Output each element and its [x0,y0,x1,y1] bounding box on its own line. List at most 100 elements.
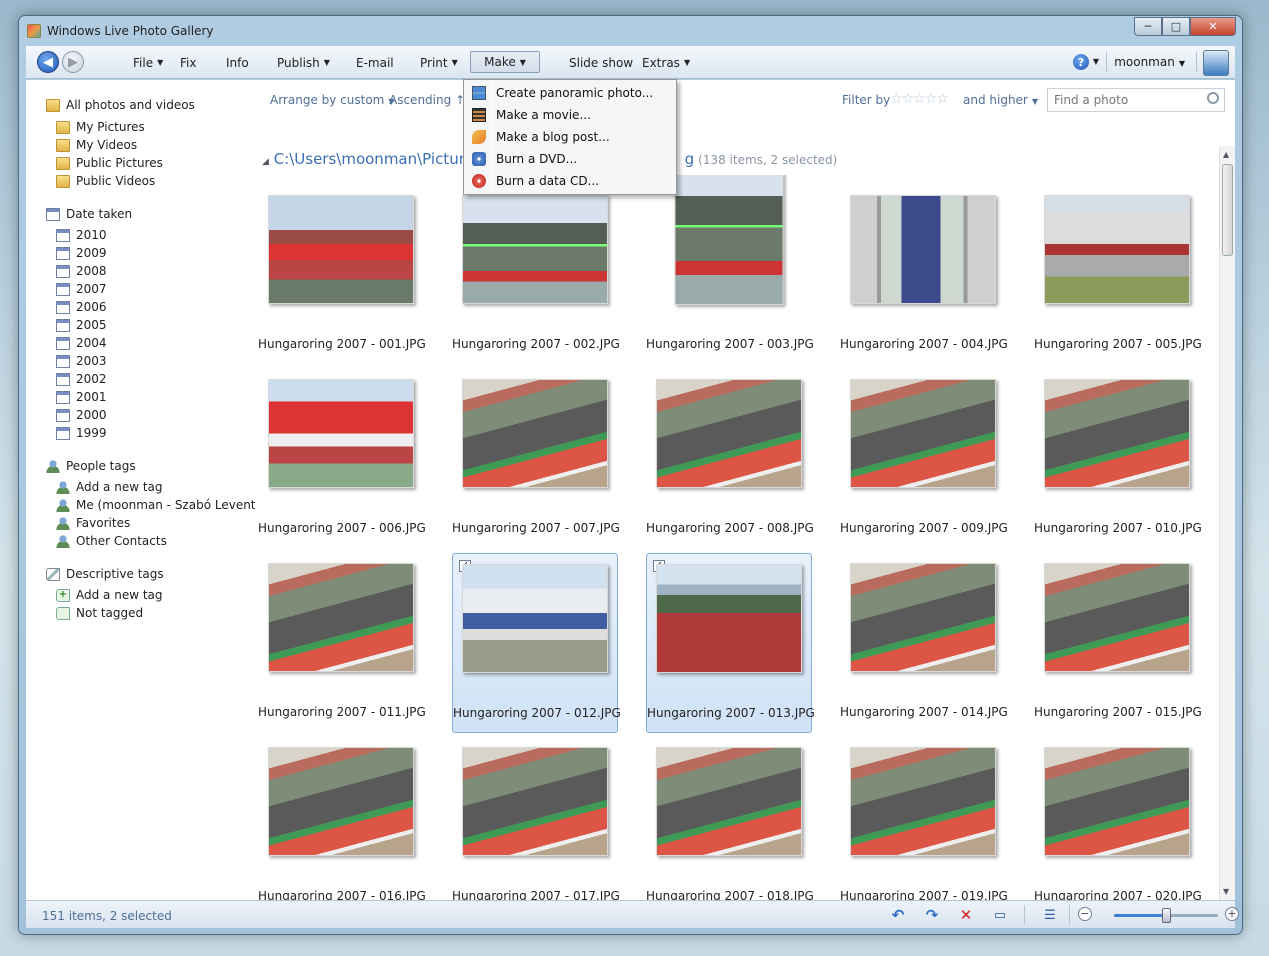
photo-thumbnail[interactable] [268,195,414,304]
minimize-button[interactable]: ─ [1134,17,1162,36]
photo-tile[interactable]: Hungaroring 2007 - 014.JPG [840,553,1008,733]
nav-sidebar-folders-item[interactable]: My Pictures [56,120,145,134]
photo-tile[interactable]: Hungaroring 2007 - 005.JPG [1034,185,1202,365]
menu-e-mail[interactable]: E-mail [344,46,406,79]
photo-thumbnail[interactable] [656,379,802,488]
menu-item-create-panoramic-photo[interactable]: Create panoramic photo... [466,82,674,104]
photo-thumbnail[interactable] [656,747,802,856]
forward-button[interactable]: ▶ [62,51,84,73]
photo-tile[interactable]: ✓Hungaroring 2007 - 012.JPG [452,553,621,733]
nav-sidebar-folders-item[interactable]: Public Pictures [56,156,163,170]
menu-item-make-a-movie[interactable]: Make a movie... [466,104,674,126]
view-details-icon[interactable]: ☰ [1040,906,1060,924]
rating-filter-stars[interactable]: ☆☆☆☆☆ [890,91,949,107]
nav-descriptive-tags[interactable]: Descriptive tags [46,567,164,581]
zoom-in-icon[interactable]: + [1225,907,1239,921]
photo-tile[interactable]: Hungaroring 2007 - 016.JPG [258,737,426,900]
photo-thumbnail[interactable] [1044,747,1190,856]
nav-sidebar-desc-item[interactable]: Not tagged [56,606,143,620]
zoom-slider[interactable] [1114,908,1218,923]
photo-tile[interactable]: Hungaroring 2007 - 011.JPG [258,553,426,733]
help-icon[interactable]: ? [1073,54,1089,70]
photo-thumbnail[interactable] [850,563,996,672]
photo-thumbnail[interactable] [462,747,608,856]
photo-thumbnail[interactable] [462,195,608,304]
close-button[interactable]: ✕ [1190,17,1236,36]
scroll-down-arrow-icon[interactable]: ▼ [1223,887,1229,896]
rotate-left-icon[interactable]: ↶ [888,906,908,924]
nav-sidebar-years-item[interactable]: 2005 [56,318,107,332]
nav-sidebar-folders-item[interactable]: Public Videos [56,174,155,188]
menu-publish[interactable]: Publish ▼ [265,46,342,79]
sort-order-button[interactable]: Ascending ↑ [389,93,465,107]
nav-sidebar-years-item[interactable]: 2002 [56,372,107,386]
photo-tile[interactable]: Hungaroring 2007 - 004.JPG [840,185,1008,365]
photo-tile[interactable]: Hungaroring 2007 - 010.JPG [1034,369,1202,549]
search-input[interactable] [1048,89,1198,111]
photo-tile[interactable]: Hungaroring 2007 - 020.JPG [1034,737,1202,900]
nav-sidebar-years-item[interactable]: 2009 [56,246,107,260]
maximize-button[interactable]: □ [1162,17,1190,36]
photo-tile[interactable]: ✓Hungaroring 2007 - 013.JPG [646,553,815,733]
nav-sidebar-years-item[interactable]: 2010 [56,228,107,242]
photo-thumbnail[interactable] [850,379,996,488]
nav-sidebar-people-item[interactable]: Me (moonman - Szabó Levent [56,498,256,512]
scrollbar-thumb[interactable] [1222,164,1233,256]
nav-sidebar-years-item[interactable]: 2003 [56,354,107,368]
photo-tile[interactable]: Hungaroring 2007 - 002.JPG [452,185,620,365]
photo-thumbnail[interactable] [462,379,608,488]
nav-sidebar-people-item[interactable]: Add a new tag [56,480,163,494]
menu-extras[interactable]: Extras ▼ [630,46,702,79]
scroll-up-arrow-icon[interactable]: ▲ [1223,150,1229,159]
photo-tile[interactable]: Hungaroring 2007 - 008.JPG [646,369,814,549]
nav-sidebar-years-item[interactable]: 2004 [56,336,107,350]
vertical-scrollbar[interactable]: ▲ ▼ [1219,146,1235,900]
photo-tile[interactable]: Hungaroring 2007 - 018.JPG [646,737,814,900]
nav-people-tags[interactable]: People tags [46,459,136,473]
collapse-triangle-icon[interactable]: ◢ [262,157,269,167]
zoom-slider-knob[interactable] [1162,908,1171,923]
photo-thumbnail[interactable] [268,563,414,672]
title-bar[interactable]: Windows Live Photo Gallery ─ □ ✕ [19,16,1242,46]
search-icon[interactable] [1207,92,1219,104]
zoom-out-icon[interactable]: − [1078,907,1092,921]
nav-date-taken[interactable]: Date taken [46,207,132,221]
rating-threshold-dropdown[interactable]: and higher ▼ [963,93,1038,107]
photo-thumbnail[interactable] [462,564,608,673]
photo-tile[interactable]: Hungaroring 2007 - 009.JPG [840,369,1008,549]
nav-sidebar-desc-item[interactable]: + Add a new tag [56,588,163,602]
nav-sidebar-years-item[interactable]: 2007 [56,282,107,296]
menu-item-burn-a-dvd[interactable]: Burn a DVD... [466,148,674,170]
photo-thumbnail[interactable] [268,747,414,856]
photo-thumbnail[interactable] [656,564,802,673]
nav-sidebar-folders-item[interactable]: My Videos [56,138,137,152]
photo-tile[interactable]: Hungaroring 2007 - 019.JPG [840,737,1008,900]
nav-sidebar-years-item[interactable]: 2001 [56,390,107,404]
menu-info[interactable]: Info [214,46,261,79]
help-caret-icon[interactable]: ▼ [1093,57,1099,66]
photo-thumbnail[interactable] [1044,195,1190,304]
photo-tile[interactable]: Hungaroring 2007 - 003.JPG [646,175,814,365]
nav-all-photos[interactable]: All photos and videos [46,98,195,112]
menu-item-make-a-blog-post[interactable]: Make a blog post... [466,126,674,148]
menu-item-burn-a-data-cd[interactable]: Burn a data CD... [466,170,674,192]
slideshow-icon[interactable]: ▭ [990,906,1010,924]
photo-tile[interactable]: Hungaroring 2007 - 007.JPG [452,369,620,549]
rotate-right-icon[interactable]: ↷ [922,906,942,924]
arrange-by-dropdown[interactable]: Arrange by custom ▼ [270,93,395,107]
user-menu[interactable]: moonman ▼ [1114,55,1185,69]
photo-tile[interactable]: Hungaroring 2007 - 015.JPG [1034,553,1202,733]
photo-thumbnail[interactable] [674,175,784,305]
photo-thumbnail[interactable] [1044,563,1190,672]
nav-sidebar-people-item[interactable]: Favorites [56,516,130,530]
nav-sidebar-years-item[interactable]: 2000 [56,408,107,422]
photo-thumbnail[interactable] [1044,379,1190,488]
nav-sidebar-years-item[interactable]: 2006 [56,300,107,314]
menu-print[interactable]: Print ▼ [408,46,470,79]
nav-sidebar-people-item[interactable]: Other Contacts [56,534,167,548]
photo-tile[interactable]: Hungaroring 2007 - 017.JPG [452,737,620,900]
photo-thumbnail[interactable] [268,379,414,488]
photo-thumbnail[interactable] [850,747,996,856]
user-avatar[interactable] [1203,50,1229,76]
delete-icon[interactable]: ✕ [956,906,976,924]
